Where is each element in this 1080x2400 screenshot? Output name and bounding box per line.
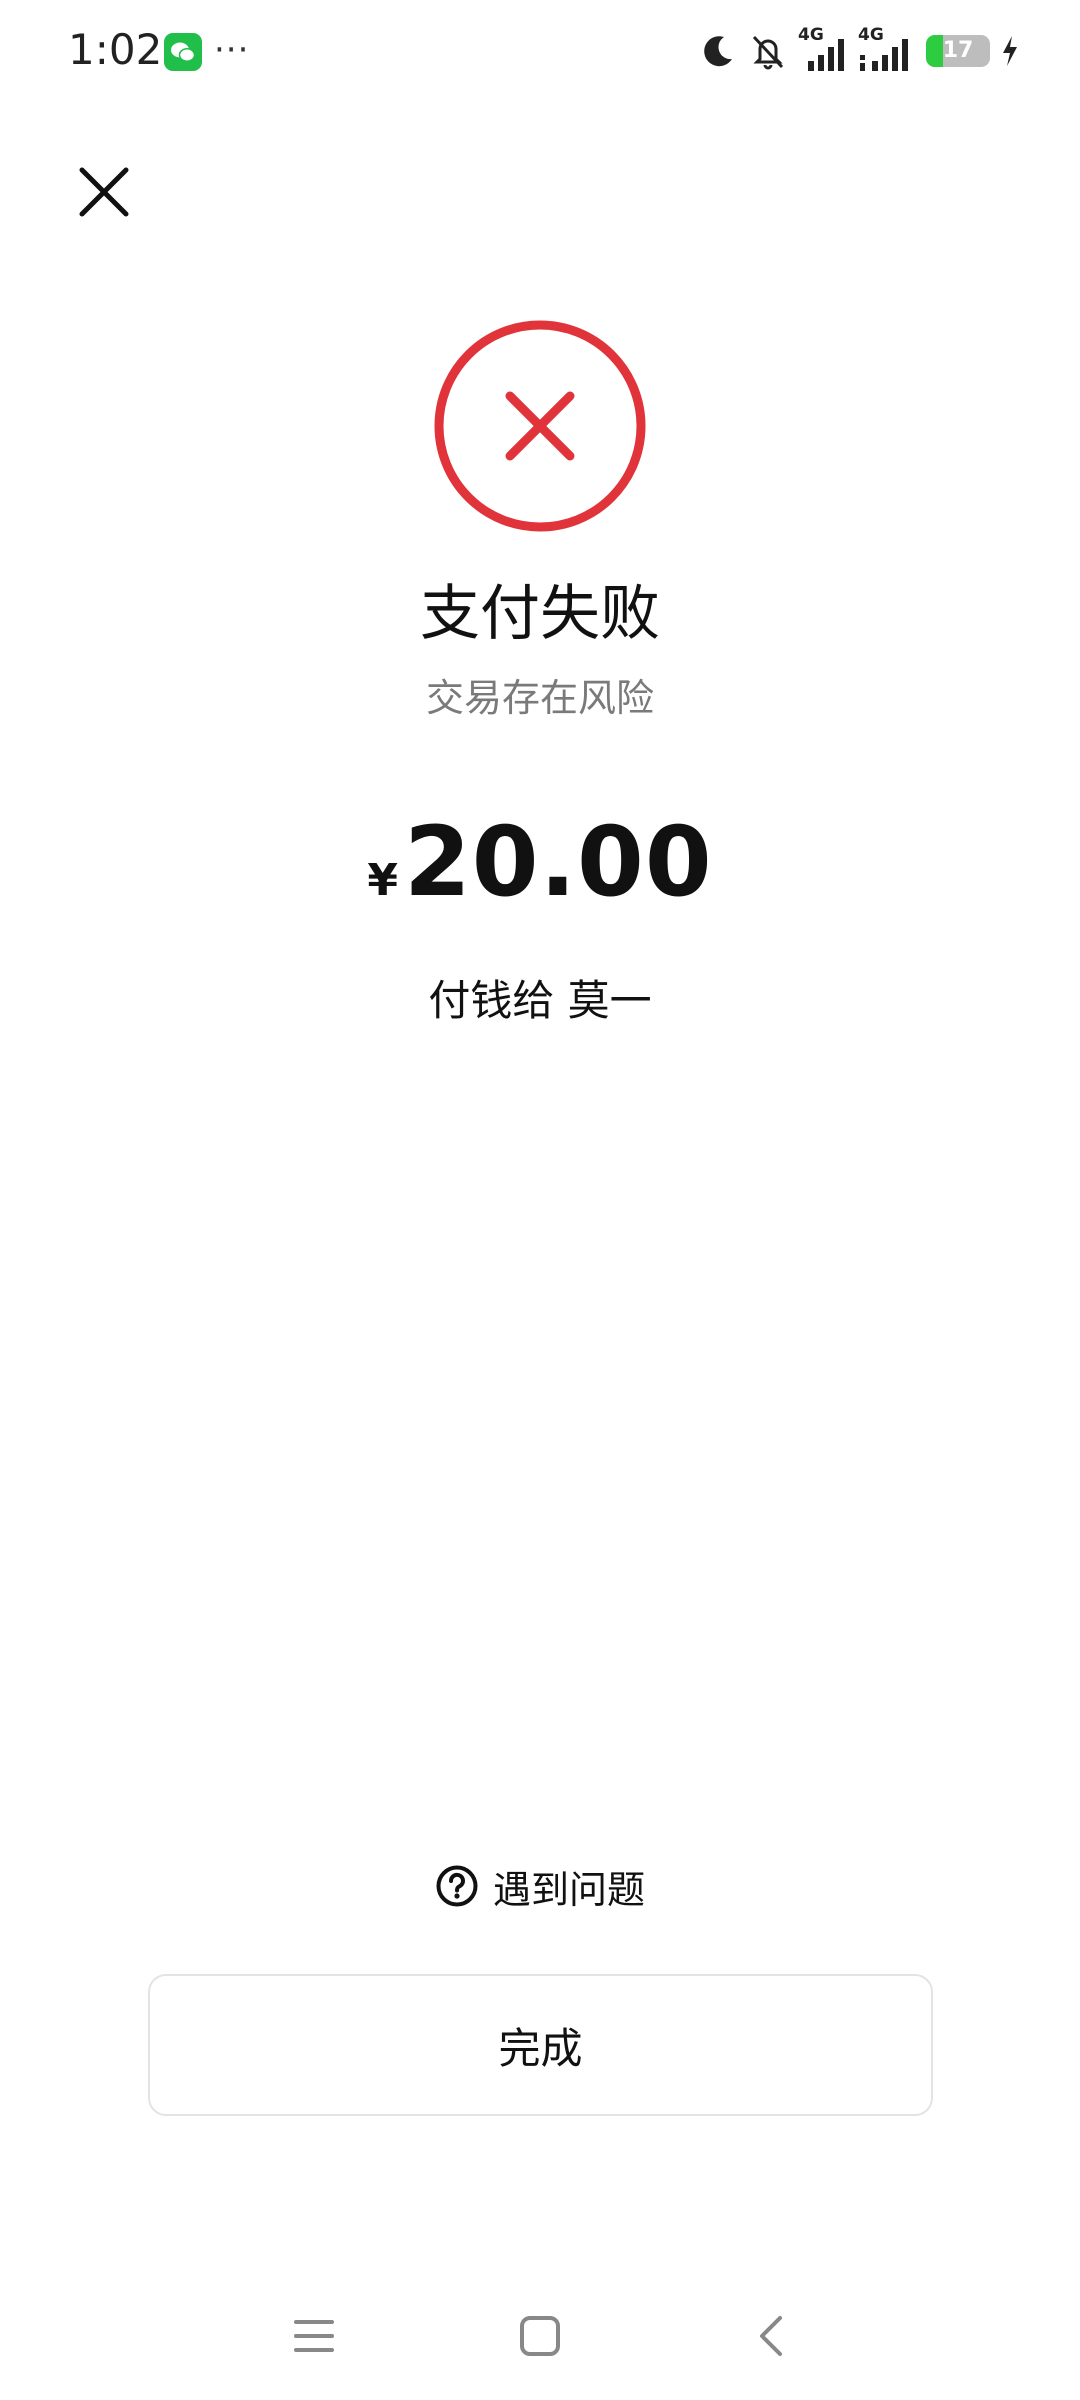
more-notifications-indicator: ··· [214, 30, 250, 70]
moon-icon [704, 36, 732, 67]
error-circle-icon [434, 320, 646, 532]
done-button[interactable]: 完成 [148, 1974, 933, 2116]
payee-text: 付钱给 莫一 [428, 976, 652, 1025]
wechat-icon [164, 33, 202, 71]
close-button[interactable] [78, 166, 130, 218]
signal-icon: 4G [798, 25, 848, 73]
status-icons: 4G 4G 17 [698, 25, 1020, 76]
question-circle-icon [436, 1865, 478, 1907]
result-subtitle: 交易存在风险 [425, 676, 654, 720]
system-navigation-bar [0, 2290, 1080, 2380]
result-title: 支付失败 [420, 579, 660, 649]
payment-result-screen: 1:02 ··· 4G 4G 17 支付失败 交易存在风险 ¥ 20.00 付钱… [0, 0, 1080, 2400]
amount-value: 20.00 [403, 806, 713, 918]
status-time: 1:02 [68, 25, 163, 74]
menu-button[interactable] [290, 2312, 338, 2360]
currency-symbol: ¥ [367, 855, 398, 906]
battery-icon: 17 [926, 35, 990, 67]
bell-off-icon [752, 35, 784, 70]
back-button[interactable] [748, 2312, 796, 2360]
amount-display: ¥ 20.00 [0, 806, 1080, 918]
help-link[interactable]: 遇到问题 [0, 1856, 1080, 1916]
back-icon [760, 2316, 782, 2356]
close-icon [79, 167, 129, 217]
menu-icon [294, 2320, 334, 2352]
signal-icon: 4G [858, 25, 916, 73]
charging-icon [1003, 36, 1017, 66]
help-label: 遇到问题 [492, 1867, 645, 1912]
home-icon [520, 2316, 560, 2356]
battery-level: 17 [942, 38, 974, 63]
home-button[interactable] [516, 2312, 564, 2360]
status-bar: 1:02 ··· 4G 4G 17 [0, 0, 1080, 100]
